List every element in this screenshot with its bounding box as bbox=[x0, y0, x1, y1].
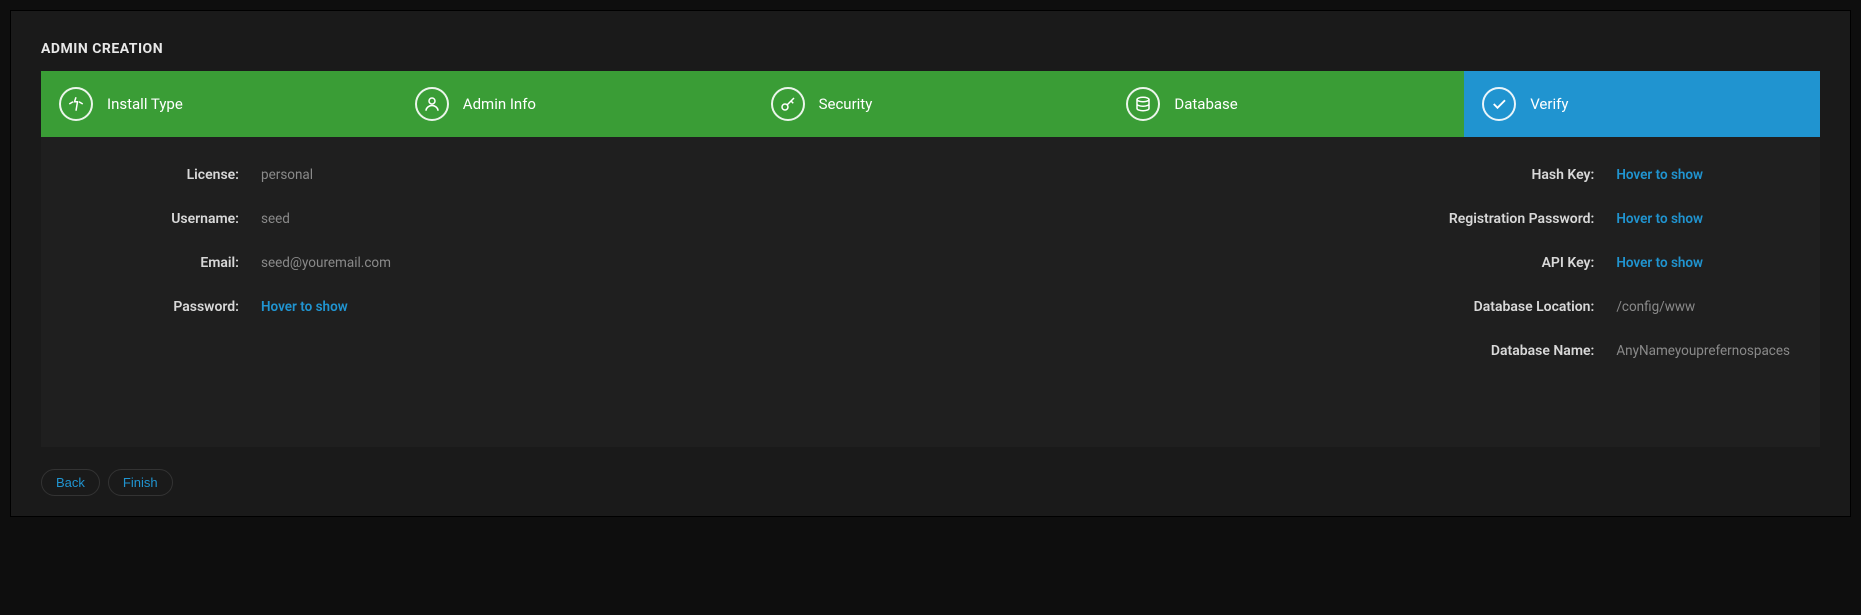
step-database[interactable]: Database bbox=[1108, 71, 1464, 137]
step-security[interactable]: Security bbox=[753, 71, 1109, 137]
field-db-location: Database Location: /config/www bbox=[706, 299, 1790, 315]
step-label: Verify bbox=[1530, 95, 1568, 113]
wizard-steps: Install Type Admin Info Security Databas… bbox=[41, 71, 1820, 137]
field-api-key: API Key: Hover to show bbox=[706, 255, 1790, 271]
field-label-db-location: Database Location: bbox=[706, 299, 1616, 315]
finish-button[interactable]: Finish bbox=[108, 469, 173, 496]
step-label: Admin Info bbox=[463, 95, 536, 113]
admin-info-icon bbox=[415, 87, 449, 121]
field-value-db-location: /config/www bbox=[1616, 299, 1695, 315]
field-label-hash-key: Hash Key: bbox=[706, 167, 1616, 183]
database-icon bbox=[1126, 87, 1160, 121]
step-label: Database bbox=[1174, 95, 1237, 113]
field-label-email: Email: bbox=[71, 255, 261, 271]
page-title: ADMIN CREATION bbox=[41, 41, 1820, 57]
step-install-type[interactable]: Install Type bbox=[41, 71, 397, 137]
hover-to-show-password[interactable]: Hover to show bbox=[261, 299, 348, 315]
field-label-license: License: bbox=[71, 167, 261, 183]
install-type-icon bbox=[59, 87, 93, 121]
verify-content: License: personal Username: seed Email: … bbox=[41, 137, 1820, 447]
security-icon bbox=[771, 87, 805, 121]
field-label-reg-password: Registration Password: bbox=[706, 211, 1616, 227]
field-value-license: personal bbox=[261, 167, 313, 183]
step-verify[interactable]: Verify bbox=[1464, 71, 1820, 137]
step-label: Install Type bbox=[107, 95, 183, 113]
admin-creation-panel: ADMIN CREATION Install Type Admin Info S… bbox=[10, 10, 1851, 517]
field-value-username: seed bbox=[261, 211, 290, 227]
field-label-password: Password: bbox=[71, 299, 261, 315]
field-label-username: Username: bbox=[71, 211, 261, 227]
step-admin-info[interactable]: Admin Info bbox=[397, 71, 753, 137]
field-value-db-name: AnyNameyouprefernospaces bbox=[1616, 343, 1790, 359]
field-db-name: Database Name: AnyNameyouprefernospaces bbox=[706, 343, 1790, 359]
left-column: License: personal Username: seed Email: … bbox=[71, 167, 706, 387]
right-column: Hash Key: Hover to show Registration Pas… bbox=[706, 167, 1790, 387]
wizard-footer: Back Finish bbox=[41, 469, 1820, 496]
hover-to-show-hash-key[interactable]: Hover to show bbox=[1616, 167, 1703, 183]
field-label-db-name: Database Name: bbox=[706, 343, 1616, 359]
field-reg-password: Registration Password: Hover to show bbox=[706, 211, 1790, 227]
field-label-api-key: API Key: bbox=[706, 255, 1616, 271]
back-button[interactable]: Back bbox=[41, 469, 100, 496]
field-password: Password: Hover to show bbox=[71, 299, 706, 315]
hover-to-show-api-key[interactable]: Hover to show bbox=[1616, 255, 1703, 271]
hover-to-show-reg-password[interactable]: Hover to show bbox=[1616, 211, 1703, 227]
field-email: Email: seed@youremail.com bbox=[71, 255, 706, 271]
field-license: License: personal bbox=[71, 167, 706, 183]
field-username: Username: seed bbox=[71, 211, 706, 227]
field-hash-key: Hash Key: Hover to show bbox=[706, 167, 1790, 183]
field-value-email: seed@youremail.com bbox=[261, 255, 391, 271]
step-label: Security bbox=[819, 95, 873, 113]
verify-icon bbox=[1482, 87, 1516, 121]
